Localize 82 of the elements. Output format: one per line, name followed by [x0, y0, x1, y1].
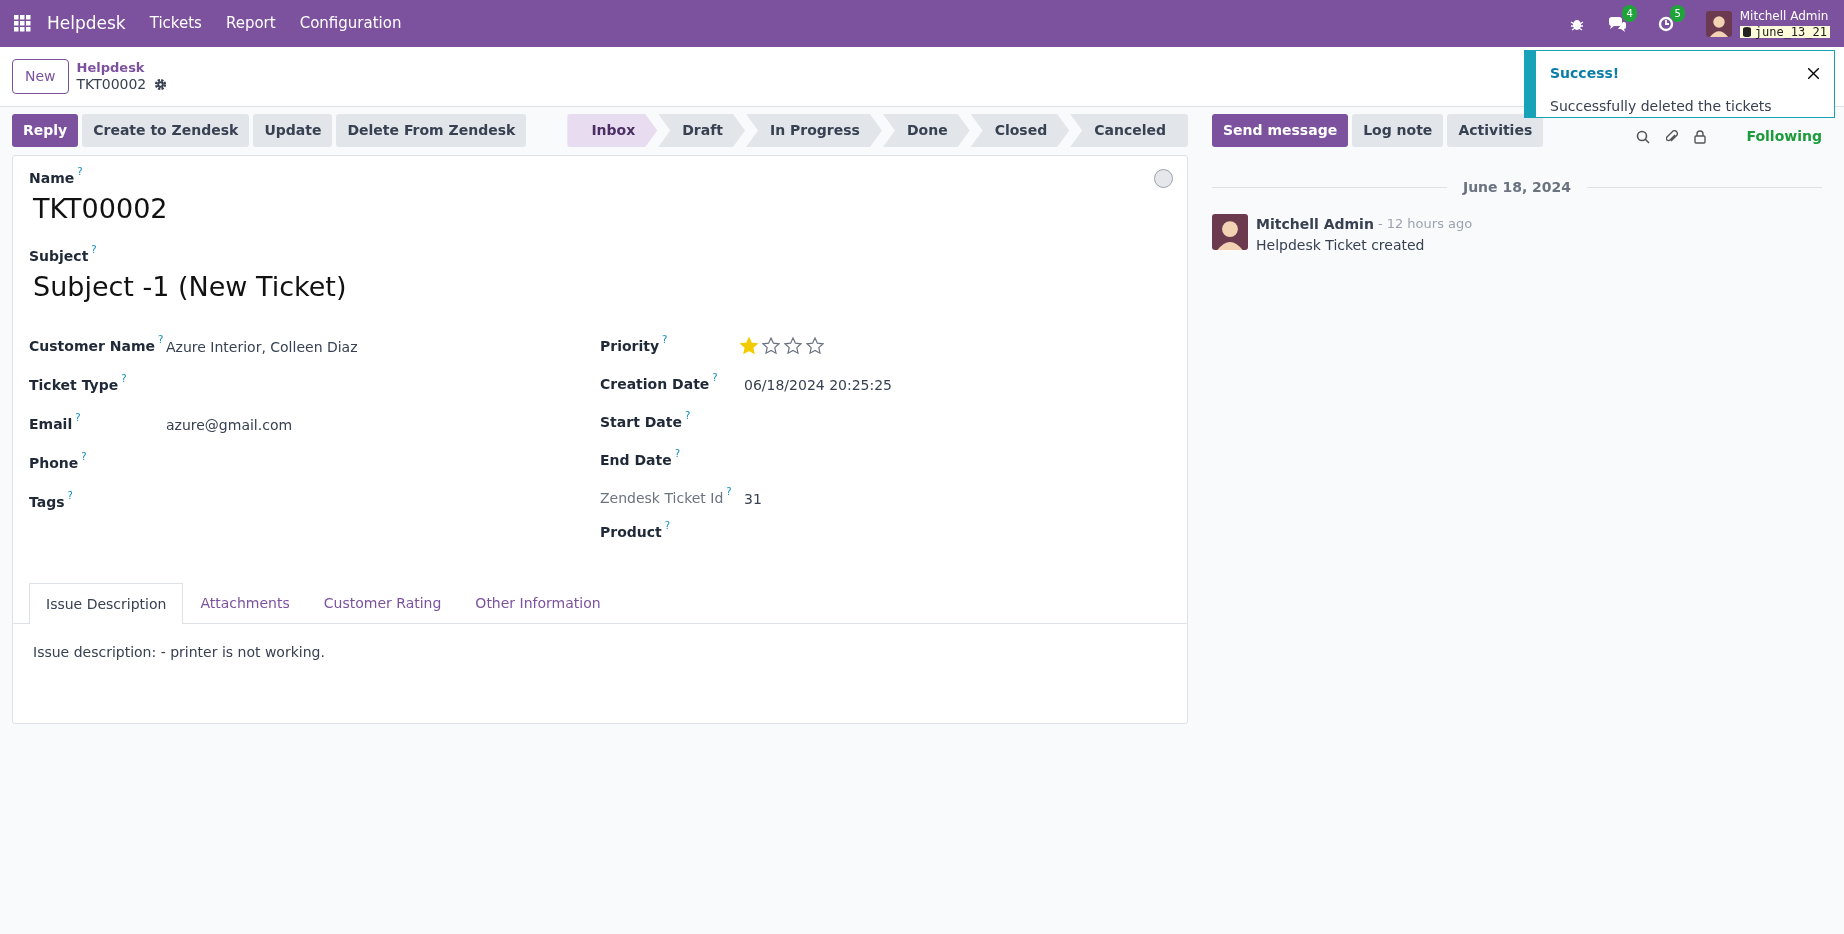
star-icon[interactable]	[762, 337, 780, 355]
chatter-button[interactable]: Log note	[1352, 114, 1444, 147]
field-label: Phone	[29, 454, 79, 473]
notebook-tab[interactable]: Customer Rating	[306, 583, 459, 623]
field-value: azure@gmail.com	[166, 416, 293, 435]
status-stage[interactable]: Inbox	[567, 114, 658, 147]
action-button[interactable]: Update	[253, 114, 333, 147]
status-stage[interactable]: In Progress	[746, 114, 882, 147]
help-icon[interactable]: ?	[664, 520, 671, 532]
star-icon[interactable]	[784, 337, 802, 355]
help-icon[interactable]: ?	[158, 334, 164, 346]
toast-title: Success!	[1550, 64, 1620, 83]
help-icon[interactable]: ?	[674, 448, 680, 460]
star-filled-icon[interactable]	[740, 337, 758, 355]
toast-message: Successfully deleted the tickets	[1549, 97, 1773, 116]
field-value: 06/18/2024 20:25:25	[744, 376, 893, 395]
help-icon[interactable]: ?	[67, 490, 73, 502]
lock-icon[interactable]	[1694, 129, 1707, 144]
menu-item[interactable]: Configuration	[299, 12, 402, 35]
field-label: Email	[29, 415, 73, 434]
chatter-button[interactable]: Activities	[1447, 114, 1544, 147]
chatter-button[interactable]: Send message	[1212, 114, 1349, 147]
status-stage[interactable]: Draft	[658, 114, 745, 147]
database-icon	[1742, 26, 1751, 37]
apps-menu-icon[interactable]	[14, 15, 31, 32]
menu-item[interactable]: Tickets	[149, 12, 202, 35]
database-name: june_13_21	[1739, 25, 1830, 38]
help-icon[interactable]: ?	[77, 166, 83, 178]
field-label: Priority	[600, 337, 660, 356]
app-name[interactable]: Helpdesk	[47, 10, 126, 37]
field-label: End Date	[600, 451, 672, 470]
help-icon[interactable]: ?	[712, 372, 718, 384]
record-title: TKT00002	[33, 192, 169, 226]
field-value: 31	[744, 490, 762, 509]
action-button[interactable]: Create to Zendesk	[82, 114, 250, 147]
notebook-tab[interactable]: Attachments	[183, 583, 307, 623]
message-time: - 12 hours ago	[1377, 215, 1473, 233]
record-name: TKT00002	[76, 75, 147, 94]
status-stage[interactable]: Closed	[970, 114, 1070, 147]
field-label: Customer Name	[29, 337, 155, 356]
help-icon[interactable]: ?	[121, 373, 127, 385]
help-icon[interactable]: ?	[75, 412, 81, 424]
action-button[interactable]: Delete From Zendesk	[336, 114, 527, 147]
notebook-tab[interactable]: Issue Description	[29, 583, 184, 624]
help-icon[interactable]: ?	[726, 486, 732, 498]
search-icon[interactable]	[1636, 129, 1651, 144]
help-icon[interactable]: ?	[81, 451, 87, 463]
field-label: Start Date	[600, 413, 682, 432]
help-icon[interactable]: ?	[684, 410, 691, 422]
avatar-icon	[1212, 214, 1248, 250]
field-value: Azure Interior, Colleen Diaz	[166, 338, 358, 357]
message-body: Helpdesk Ticket created	[1256, 236, 1426, 255]
subject-value: Subject -1 (New Ticket)	[33, 269, 348, 304]
star-icon[interactable]	[806, 337, 824, 355]
field-label: Name	[29, 169, 75, 188]
gear-icon[interactable]	[154, 78, 168, 92]
action-button[interactable]: Reply	[12, 114, 79, 147]
chat-icon[interactable]	[1607, 16, 1626, 32]
new-button[interactable]: New	[12, 59, 69, 94]
user-name[interactable]: Mitchell Admin	[1739, 9, 1830, 22]
count-badge: 5	[1670, 5, 1685, 22]
clock-icon[interactable]	[1657, 16, 1674, 32]
field-label: Creation Date	[600, 375, 710, 394]
date-separator: June 18, 2024	[1462, 178, 1572, 197]
avatar-icon	[1705, 10, 1732, 37]
field-label: Subject	[29, 246, 89, 266]
field-label: Tags	[29, 493, 65, 512]
paperclip-icon[interactable]	[1666, 129, 1679, 144]
notebook-tab[interactable]: Other Information	[458, 583, 618, 623]
field-label: Ticket Type	[29, 376, 119, 395]
status-stage[interactable]: Canceled	[1070, 114, 1188, 147]
field-label: Zendesk Ticket Id	[600, 489, 724, 508]
menu-item[interactable]: Report	[225, 12, 276, 35]
breadcrumb-link[interactable]: Helpdesk	[76, 59, 168, 76]
help-icon[interactable]: ?	[91, 243, 97, 256]
count-badge: 4	[1622, 5, 1637, 22]
field-label: Product	[600, 523, 662, 542]
description-text: Issue description: - printer is not working.	[32, 643, 326, 662]
follow-button[interactable]: Following	[1746, 126, 1822, 147]
message-author[interactable]: Mitchell Admin	[1256, 214, 1374, 235]
help-icon[interactable]: ?	[662, 334, 668, 346]
status-stage[interactable]: Done	[882, 114, 970, 147]
